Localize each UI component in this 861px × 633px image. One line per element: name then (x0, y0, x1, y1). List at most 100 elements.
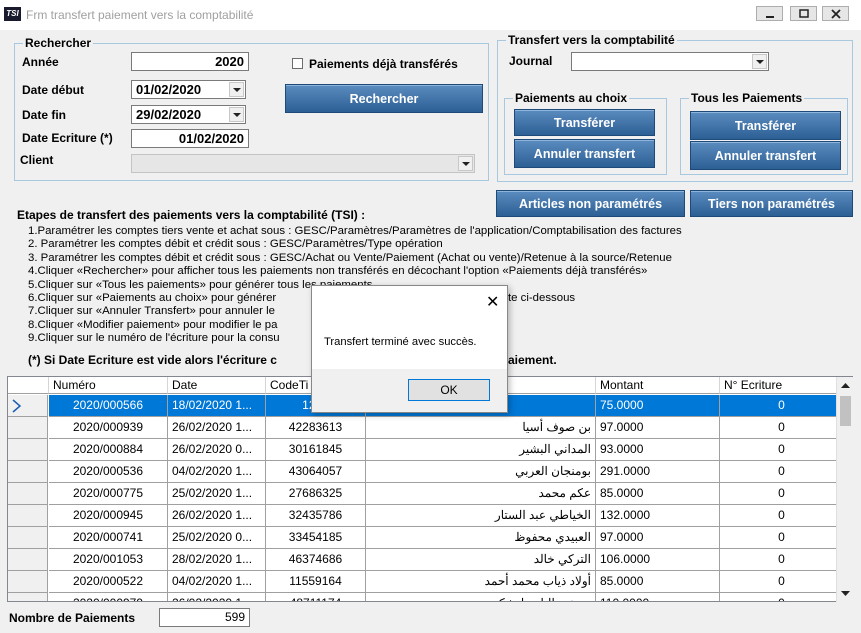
annuler-tous-button[interactable]: Annuler transfert (690, 141, 841, 170)
scroll-thumb[interactable] (840, 396, 851, 426)
cell-nom[interactable]: بن صوف أسيا (366, 417, 596, 439)
cell-ecriture[interactable]: 0 (720, 505, 844, 527)
row-header[interactable] (8, 571, 48, 593)
dialog-close-icon[interactable]: ✕ (486, 292, 499, 312)
cell-codetiers[interactable]: 27686325 (266, 483, 366, 505)
scroll-down-icon[interactable] (837, 585, 854, 602)
cell-montant[interactable]: 97.0000 (596, 527, 720, 549)
col-header-montant[interactable]: Montant (596, 377, 720, 394)
row-header[interactable] (8, 395, 48, 417)
scroll-up-icon[interactable] (837, 377, 854, 394)
col-header-date[interactable]: Date (168, 377, 266, 394)
cell-date[interactable]: 26/02/2020 1... (168, 505, 266, 527)
cell-nom[interactable]: التركي خالد (366, 549, 596, 571)
cell-ecriture[interactable]: 0 (720, 417, 844, 439)
cell-ecriture[interactable]: 0 (720, 593, 844, 601)
cell-montant[interactable]: 132.0000 (596, 505, 720, 527)
cell-ecriture[interactable]: 0 (720, 395, 844, 417)
tiers-non-parametres-button[interactable]: Tiers non paramétrés (690, 190, 853, 217)
cell-codetiers[interactable]: 30161845 (266, 439, 366, 461)
cell-date[interactable]: 04/02/2020 1... (168, 571, 266, 593)
cell-ecriture[interactable]: 0 (720, 549, 844, 571)
cell-montant[interactable]: 85.0000 (596, 571, 720, 593)
cell-numero[interactable]: 2020/000566 (49, 395, 168, 417)
cell-numero[interactable]: 2020/000945 (49, 505, 168, 527)
row-header[interactable] (8, 593, 48, 601)
minimize-button[interactable] (756, 6, 783, 21)
cell-codetiers[interactable]: 46374686 (266, 549, 366, 571)
window-title: Frm transfert paiement vers la comptabil… (26, 8, 254, 22)
cell-montant[interactable]: 85.0000 (596, 483, 720, 505)
chevron-down-icon[interactable] (229, 82, 244, 97)
date-debut-picker[interactable]: 01/02/2020 (131, 80, 246, 99)
cell-date[interactable]: 04/02/2020 1... (168, 461, 266, 483)
cell-nom[interactable]: بومنجان العربي (366, 461, 596, 483)
cell-numero[interactable]: 2020/001053 (49, 549, 168, 571)
cell-codetiers[interactable]: 33454185 (266, 527, 366, 549)
cell-date[interactable]: 25/02/2020 0... (168, 527, 266, 549)
client-select[interactable] (131, 154, 475, 173)
close-window-button[interactable] (822, 6, 849, 21)
cell-date[interactable]: 28/02/2020 1... (168, 549, 266, 571)
cell-codetiers[interactable]: 43064057 (266, 461, 366, 483)
cell-numero[interactable]: 2020/000536 (49, 461, 168, 483)
cell-numero[interactable]: 2020/000979 (49, 593, 168, 601)
chevron-down-icon[interactable] (458, 156, 473, 171)
cell-numero[interactable]: 2020/000741 (49, 527, 168, 549)
cell-nom[interactable]: أولاد ذياب محمد أحمد (366, 571, 596, 593)
date-fin-picker[interactable]: 29/02/2020 (131, 105, 246, 124)
row-header[interactable] (8, 549, 48, 571)
row-header[interactable] (8, 483, 48, 505)
cell-date[interactable]: 26/02/2020 1... (168, 593, 266, 601)
transferer-choix-button[interactable]: Transférer (514, 109, 655, 136)
cell-nom[interactable]: العبيدي محفوظ (366, 527, 596, 549)
cell-nom[interactable]: الخياطي عبد الستار (366, 505, 596, 527)
row-header[interactable] (8, 461, 48, 483)
cell-nom[interactable]: عكم محمد (366, 483, 596, 505)
journal-select[interactable] (571, 52, 769, 71)
cell-codetiers[interactable]: 48711174 (266, 593, 366, 601)
cell-ecriture[interactable]: 0 (720, 527, 844, 549)
cell-codetiers[interactable]: 11559164 (266, 571, 366, 593)
cell-montant[interactable]: 110.0000 (596, 593, 720, 601)
cell-montant[interactable]: 106.0000 (596, 549, 720, 571)
cell-ecriture[interactable]: 0 (720, 439, 844, 461)
cell-montant[interactable]: 75.0000 (596, 395, 720, 417)
cell-montant[interactable]: 97.0000 (596, 417, 720, 439)
cell-numero[interactable]: 2020/000884 (49, 439, 168, 461)
paiements-transferes-checkbox[interactable] (292, 58, 303, 69)
row-header[interactable] (8, 527, 48, 549)
cell-date[interactable]: 26/02/2020 1... (168, 417, 266, 439)
cell-date[interactable]: 26/02/2020 0... (168, 439, 266, 461)
transferer-tous-button[interactable]: Transférer (690, 111, 841, 140)
articles-non-parametres-button[interactable]: Articles non paramétrés (496, 190, 685, 217)
cell-codetiers[interactable]: 42283613 (266, 417, 366, 439)
annee-input[interactable]: 2020 (131, 52, 249, 71)
chevron-down-icon[interactable] (752, 54, 767, 69)
row-header[interactable] (8, 505, 48, 527)
cell-codetiers[interactable]: 32435786 (266, 505, 366, 527)
cell-date[interactable]: 18/02/2020 1... (168, 395, 266, 417)
chevron-down-icon[interactable] (229, 107, 244, 122)
cell-ecriture[interactable]: 0 (720, 461, 844, 483)
row-header[interactable] (8, 439, 48, 461)
cell-nom[interactable]: المداني البشير (366, 439, 596, 461)
col-header-numero[interactable]: Numéro (49, 377, 168, 394)
cell-montant[interactable]: 93.0000 (596, 439, 720, 461)
cell-date[interactable]: 25/02/2020 1... (168, 483, 266, 505)
cell-numero[interactable]: 2020/000522 (49, 571, 168, 593)
row-header[interactable] (8, 417, 48, 439)
ok-button[interactable]: OK (408, 379, 490, 401)
cell-ecriture[interactable]: 0 (720, 571, 844, 593)
cell-numero[interactable]: 2020/000939 (49, 417, 168, 439)
date-ecriture-input[interactable]: 01/02/2020 (131, 129, 249, 148)
rechercher-button[interactable]: Rechercher (285, 84, 483, 113)
cell-numero[interactable]: 2020/000775 (49, 483, 168, 505)
col-header-ecriture[interactable]: N° Ecriture (720, 377, 844, 394)
grid-scrollbar[interactable] (836, 377, 853, 602)
cell-nom[interactable]: بن عبد الباسط شكري (366, 593, 596, 601)
cell-ecriture[interactable]: 0 (720, 483, 844, 505)
cell-montant[interactable]: 291.0000 (596, 461, 720, 483)
maximize-button[interactable] (790, 6, 817, 21)
annuler-choix-button[interactable]: Annuler transfert (514, 139, 655, 168)
